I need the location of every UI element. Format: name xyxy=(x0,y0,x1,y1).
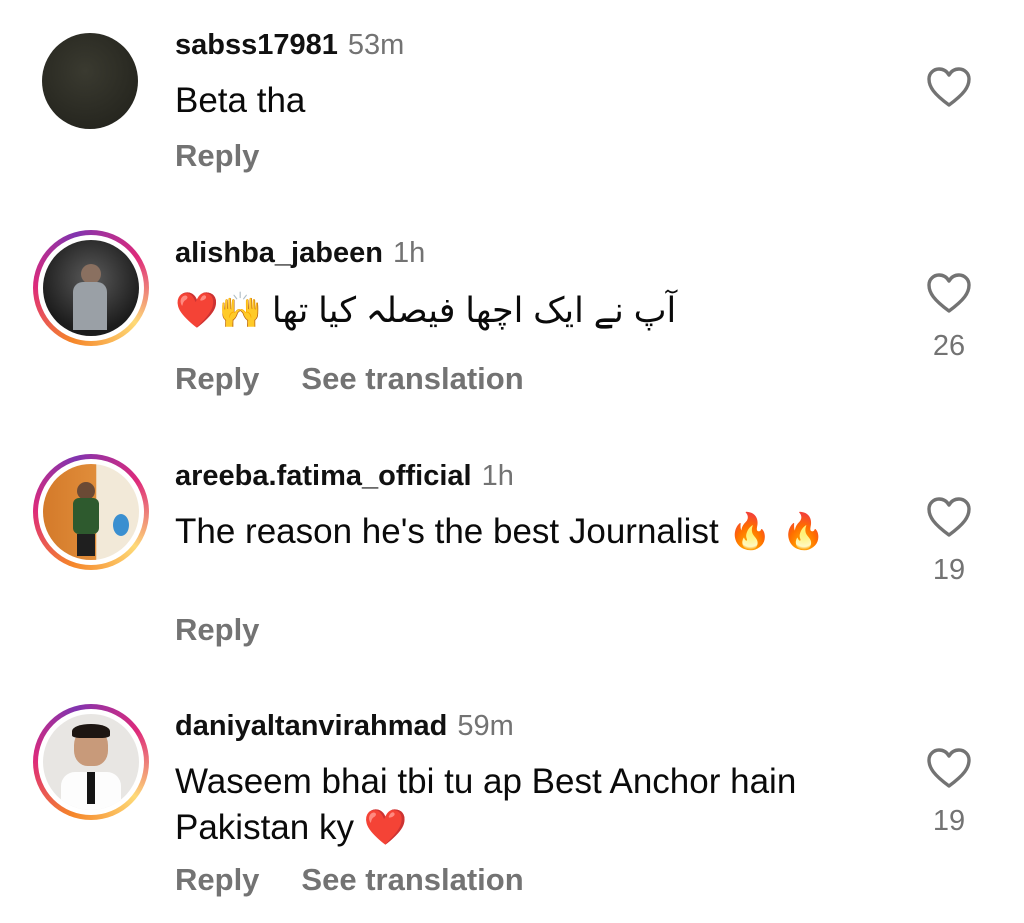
avatar[interactable] xyxy=(33,230,149,346)
comment-actions: Reply xyxy=(175,612,259,648)
reply-button[interactable]: Reply xyxy=(175,361,259,397)
timestamp: 53m xyxy=(347,29,405,61)
comment-actions: Reply xyxy=(175,138,259,174)
heart-outline-icon xyxy=(927,67,971,107)
username[interactable]: alishba_jabeen xyxy=(175,237,383,269)
timestamp: 59m xyxy=(457,710,514,742)
comment-meta: areeba.fatima_official 1h xyxy=(175,459,514,493)
comment-text: Beta tha xyxy=(175,81,306,120)
timestamp: 1h xyxy=(481,460,514,492)
like-count: 19 xyxy=(932,554,966,586)
see-translation-button[interactable]: See translation xyxy=(301,862,523,898)
username[interactable]: areeba.fatima_official xyxy=(175,460,472,492)
heart-outline-icon xyxy=(927,748,971,788)
comment-text-content: آپ نے ایک اچھا فیصلہ کیا تھا 🙌❤️ xyxy=(175,291,677,330)
username[interactable]: sabss17981 xyxy=(175,29,338,61)
reply-button[interactable]: Reply xyxy=(175,138,259,174)
comment-meta: daniyaltanvirahmad 59m xyxy=(175,709,514,743)
like-button[interactable] xyxy=(926,747,972,789)
reply-button[interactable]: Reply xyxy=(175,862,259,898)
comment-meta: sabss17981 53m xyxy=(175,28,404,62)
heart-outline-icon xyxy=(927,497,971,537)
reply-button[interactable]: Reply xyxy=(175,612,259,648)
comment-text: Waseem bhai tbi tu ap Best Anchor hain P… xyxy=(175,762,797,847)
avatar[interactable] xyxy=(33,704,149,820)
like-button[interactable] xyxy=(926,496,972,538)
comment-actions: Reply See translation xyxy=(175,862,524,898)
avatar[interactable] xyxy=(33,454,149,570)
comment-text: The reason he's the best Journalist 🔥 🔥 xyxy=(175,512,826,551)
avatar[interactable] xyxy=(33,24,149,140)
see-translation-button[interactable]: See translation xyxy=(301,361,523,397)
comment-meta: alishba_jabeen 1h xyxy=(175,236,425,270)
username[interactable]: daniyaltanvirahmad xyxy=(175,710,447,742)
like-count: 26 xyxy=(932,330,966,362)
comment-text: آپ نے ایک اچھا فیصلہ کیا تھا 🙌❤️ xyxy=(175,288,676,334)
comment-actions: Reply See translation xyxy=(175,361,524,397)
like-count: 19 xyxy=(932,805,966,837)
like-button[interactable] xyxy=(926,272,972,314)
timestamp: 1h xyxy=(392,237,426,269)
heart-outline-icon xyxy=(927,273,971,313)
like-button[interactable] xyxy=(926,66,972,108)
